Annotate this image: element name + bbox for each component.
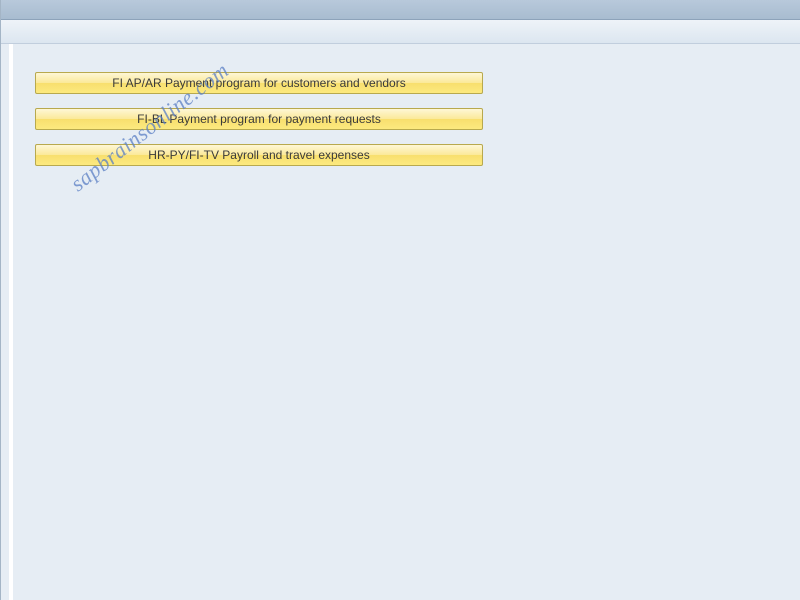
title-bar <box>1 0 800 20</box>
content-area: sapbrainsonline.com FI AP/AR Payment pro… <box>9 44 800 600</box>
toolbar <box>1 20 800 44</box>
fi-ap-ar-payment-button[interactable]: FI AP/AR Payment program for customers a… <box>35 72 483 94</box>
hr-py-fi-tv-button[interactable]: HR-PY/FI-TV Payroll and travel expenses <box>35 144 483 166</box>
fi-bl-payment-button[interactable]: FI-BL Payment program for payment reques… <box>35 108 483 130</box>
main-window: sapbrainsonline.com FI AP/AR Payment pro… <box>0 0 800 600</box>
